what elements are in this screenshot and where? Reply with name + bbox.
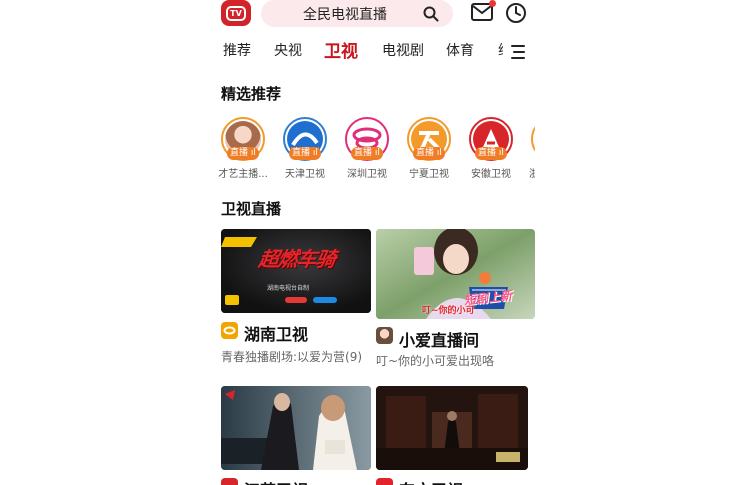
card-thumbnail-hunan[interactable]: 超燃车骑 湖南电视台自制 bbox=[221, 229, 371, 313]
live-badge: 直播 ıl bbox=[413, 147, 445, 160]
card-title-dongfang[interactable]: 东方卫视 bbox=[399, 477, 463, 485]
featured-label-3: 深圳卫视 bbox=[347, 169, 387, 180]
tab-sports[interactable]: 体育 bbox=[446, 40, 474, 60]
featured-label-4: 宁夏卫视 bbox=[409, 169, 449, 180]
live-section-title: 卫视直播 bbox=[221, 200, 282, 218]
featured-label-5: 安徽卫视 bbox=[471, 169, 511, 180]
history-clock-icon[interactable] bbox=[505, 2, 527, 28]
card-title-jiangsu[interactable]: 江苏卫视 bbox=[244, 477, 308, 485]
live-badge: 直播 ıl bbox=[351, 147, 383, 160]
notification-dot bbox=[489, 0, 496, 7]
live-badge: 直播 ıl bbox=[289, 147, 321, 160]
xiaoai-avatar-icon bbox=[376, 327, 393, 344]
app-screen: TV 全民电视直播 推荐 央视 卫视 电视剧 体育 综 精选推荐 直播 ıl 才… bbox=[213, 0, 535, 485]
live-badge: 直播 ıl bbox=[475, 147, 507, 160]
card-thumbnail-dongfang[interactable] bbox=[376, 386, 528, 470]
tab-satellite[interactable]: 卫视 bbox=[324, 38, 358, 62]
jiangsu-channel-icon bbox=[221, 478, 238, 485]
tab-cctv[interactable]: 央视 bbox=[274, 40, 302, 60]
hunan-channel-icon bbox=[221, 322, 238, 339]
search-icon[interactable] bbox=[423, 6, 439, 26]
featured-label-2: 天津卫视 bbox=[285, 169, 325, 180]
card-thumbnail-jiangsu[interactable] bbox=[221, 386, 371, 470]
logo-text: TV bbox=[226, 5, 246, 21]
app-logo[interactable]: TV bbox=[221, 0, 251, 26]
featured-avatar-6[interactable] bbox=[531, 117, 535, 161]
featured-title: 精选推荐 bbox=[221, 85, 282, 103]
featured-label-1: 才艺主播... bbox=[218, 169, 268, 180]
featured-label-6: 浙 bbox=[529, 169, 535, 180]
menu-icon[interactable] bbox=[507, 41, 529, 63]
card-subtitle-xiaoai: 叮~你的小可爱出现咯 bbox=[376, 354, 495, 368]
tab-variety[interactable]: 综 bbox=[498, 40, 503, 60]
live-badge: 直播 ıl bbox=[227, 147, 259, 160]
tab-recommend[interactable]: 推荐 bbox=[223, 40, 251, 60]
card-thumbnail-xiaoai[interactable]: 叮~你的小可 短剧上新 bbox=[376, 229, 535, 319]
tab-tv-series[interactable]: 电视剧 bbox=[382, 40, 424, 60]
search-bar[interactable]: 全民电视直播 bbox=[261, 0, 453, 27]
card-subtitle-hunan: 青春独播剧场:以爱为营(9) bbox=[221, 350, 363, 364]
thumb-title-text: 超燃车骑 bbox=[257, 247, 337, 271]
search-text: 全民电视直播 bbox=[303, 7, 387, 23]
card-title-hunan[interactable]: 湖南卫视 bbox=[244, 321, 308, 345]
thumb-caption-text: 湖南电视台自制 bbox=[267, 285, 310, 292]
card-title-xiaoai[interactable]: 小爱直播间 bbox=[399, 327, 479, 351]
mail-icon[interactable] bbox=[471, 0, 496, 25]
dongfang-channel-icon bbox=[376, 478, 393, 485]
category-tabs: 推荐 央视 卫视 电视剧 体育 综 bbox=[213, 38, 503, 62]
